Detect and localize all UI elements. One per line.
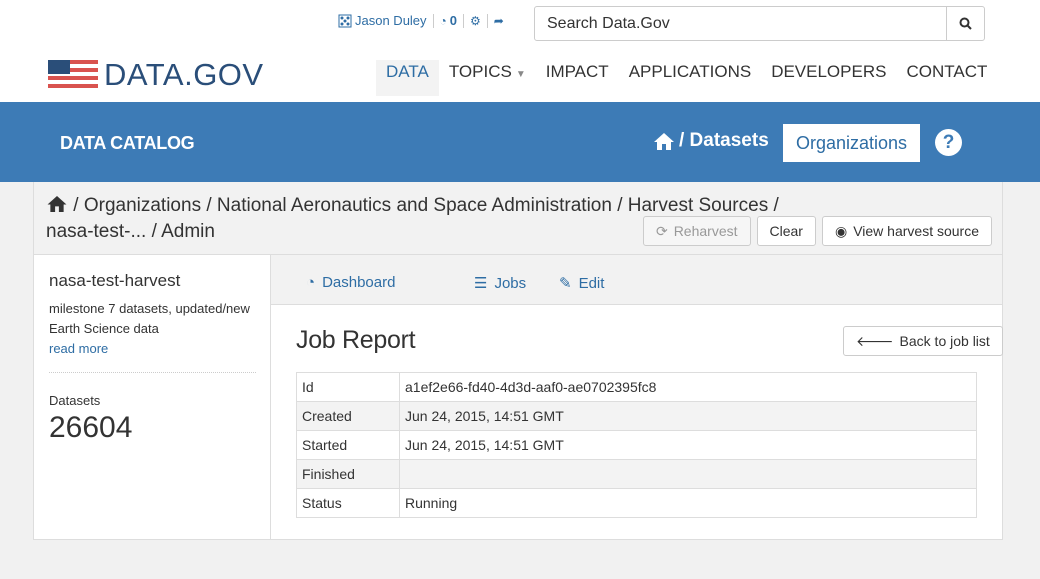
catalog-title[interactable]: DATA CATALOG bbox=[60, 133, 195, 154]
datasets-link[interactable]: / Datasets bbox=[679, 130, 769, 152]
tab-jobs-label: Jobs bbox=[494, 274, 527, 292]
nav-developers[interactable]: DEVELOPERS bbox=[761, 60, 896, 96]
dashboard-icon: ◔ bbox=[306, 274, 316, 291]
table-row: Started Jun 24, 2015, 14:51 GMT bbox=[296, 430, 977, 460]
home-icon[interactable] bbox=[46, 195, 68, 213]
description-text: milestone 7 datasets, updated/new Earth … bbox=[49, 301, 250, 336]
list-icon: ☰ bbox=[474, 275, 488, 292]
account-bar: Jason Duley ◔ 0 ⚙ ➦ bbox=[338, 13, 504, 28]
tab-dashboard-label: Dashboard bbox=[322, 274, 396, 291]
home-icon[interactable] bbox=[653, 132, 675, 151]
nav-topics[interactable]: TOPICS ▼ bbox=[439, 60, 536, 96]
harvest-name: nasa-test-harvest bbox=[49, 271, 181, 290]
nav-topics-label: TOPICS bbox=[448, 62, 512, 81]
job-report-table: Id a1ef2e66-fd40-4d3d-aaf0-ae0702395fc8 … bbox=[296, 372, 977, 518]
gear-icon: ⚙ bbox=[470, 13, 481, 28]
harvest-actions: ⟳ Reharvest Clear ◉ View harvest source bbox=[642, 216, 992, 246]
eye-icon: ◉ bbox=[834, 222, 848, 239]
site-header: Jason Duley ◔ 0 ⚙ ➦ Search Data.Gov DATA… bbox=[0, 0, 1040, 108]
divider bbox=[463, 13, 465, 28]
row-key: Status bbox=[296, 488, 400, 518]
search-icon bbox=[959, 17, 972, 30]
page-header: / Organizations / National Aeronautics a… bbox=[34, 182, 1002, 255]
search-button[interactable] bbox=[946, 7, 984, 40]
datasets-label: Datasets bbox=[49, 393, 101, 408]
reharvest-button[interactable]: ⟳ Reharvest bbox=[642, 216, 751, 246]
user-link[interactable]: Jason Duley bbox=[338, 13, 427, 28]
nav-applications[interactable]: APPLICATIONS bbox=[619, 60, 762, 96]
row-value: Running bbox=[399, 488, 977, 518]
flag-logo-icon bbox=[48, 60, 98, 90]
row-key: Started bbox=[296, 430, 400, 460]
catalog-breadcrumb: / Datasets bbox=[653, 130, 769, 152]
datasets-count: 26604 bbox=[49, 411, 133, 444]
edit-icon: ✎ bbox=[559, 275, 572, 292]
search-box bbox=[534, 6, 985, 41]
user-name: Jason Duley bbox=[355, 13, 427, 28]
activity-count: 0 bbox=[449, 13, 458, 28]
site-logo[interactable]: DATA.GOV bbox=[48, 57, 264, 93]
tab-dashboard[interactable]: ◔ Dashboard bbox=[306, 274, 395, 291]
catalog-bar: DATA CATALOG / Datasets Organizations ? bbox=[0, 102, 1040, 182]
row-value: Jun 24, 2015, 14:51 GMT bbox=[399, 401, 977, 431]
harvest-description: milestone 7 datasets, updated/new Earth … bbox=[49, 299, 259, 359]
table-row: Finished bbox=[296, 459, 977, 489]
table-row: Created Jun 24, 2015, 14:51 GMT bbox=[296, 401, 977, 431]
breadcrumb-line1[interactable]: / Organizations / National Aeronautics a… bbox=[68, 195, 779, 216]
logout-link[interactable]: ➦ bbox=[494, 15, 504, 27]
back-label: Back to job list bbox=[899, 333, 990, 349]
logo-text: DATA.GOV bbox=[104, 57, 264, 92]
content-panel: / Organizations / National Aeronautics a… bbox=[33, 182, 1003, 540]
read-more-link[interactable]: read more bbox=[49, 341, 108, 356]
tab-edit-label: Edit bbox=[578, 274, 605, 292]
sign-out-icon: ➦ bbox=[493, 13, 504, 28]
user-avatar-icon bbox=[338, 14, 352, 27]
row-value: Jun 24, 2015, 14:51 GMT bbox=[399, 430, 977, 460]
nav-data[interactable]: DATA bbox=[376, 60, 439, 108]
breadcrumb-line2[interactable]: nasa-test-... / Admin bbox=[46, 221, 215, 242]
reharvest-label: Reharvest bbox=[673, 223, 738, 239]
divider bbox=[432, 13, 434, 28]
refresh-icon: ⟳ bbox=[655, 222, 668, 239]
dashboard-icon: ◔ bbox=[439, 13, 447, 28]
tab-edit[interactable]: ✎ Edit bbox=[559, 274, 605, 293]
clear-button[interactable]: Clear bbox=[756, 216, 816, 246]
activity-link[interactable]: ◔ 0 bbox=[440, 13, 457, 28]
view-source-label: View harvest source bbox=[853, 223, 979, 239]
arrow-left-icon: 🡐 bbox=[856, 332, 894, 349]
table-row: Status Running bbox=[296, 488, 977, 518]
main-nav: DATA TOPICS ▼ IMPACT APPLICATIONS DEVELOP… bbox=[376, 60, 997, 108]
admin-tabs: ◔ Dashboard ☰ Jobs ✎ Edit bbox=[271, 255, 1002, 305]
tab-jobs[interactable]: ☰ Jobs bbox=[474, 274, 527, 293]
help-icon[interactable]: ? bbox=[935, 129, 962, 156]
nav-contact[interactable]: CONTACT bbox=[896, 60, 997, 96]
back-to-job-list-button[interactable]: 🡐 Back to job list bbox=[843, 326, 1003, 356]
row-key: Created bbox=[296, 401, 400, 431]
row-key: Id bbox=[296, 372, 400, 402]
row-value bbox=[399, 459, 977, 489]
divider bbox=[49, 372, 256, 373]
search-input[interactable] bbox=[535, 7, 946, 40]
page-title: Job Report bbox=[296, 326, 416, 354]
nav-impact[interactable]: IMPACT bbox=[536, 60, 619, 96]
view-harvest-source-button[interactable]: ◉ View harvest source bbox=[821, 216, 992, 246]
organizations-button[interactable]: Organizations bbox=[783, 124, 920, 162]
row-key: Finished bbox=[296, 459, 400, 489]
row-value: a1ef2e66-fd40-4d3d-aaf0-ae0702395fc8 bbox=[399, 372, 977, 402]
harvest-sidebar: nasa-test-harvest milestone 7 datasets, … bbox=[34, 255, 271, 539]
table-row: Id a1ef2e66-fd40-4d3d-aaf0-ae0702395fc8 bbox=[296, 372, 977, 402]
settings-link[interactable]: ⚙ bbox=[470, 15, 481, 27]
caret-down-icon: ▼ bbox=[515, 69, 526, 80]
divider bbox=[486, 13, 488, 28]
